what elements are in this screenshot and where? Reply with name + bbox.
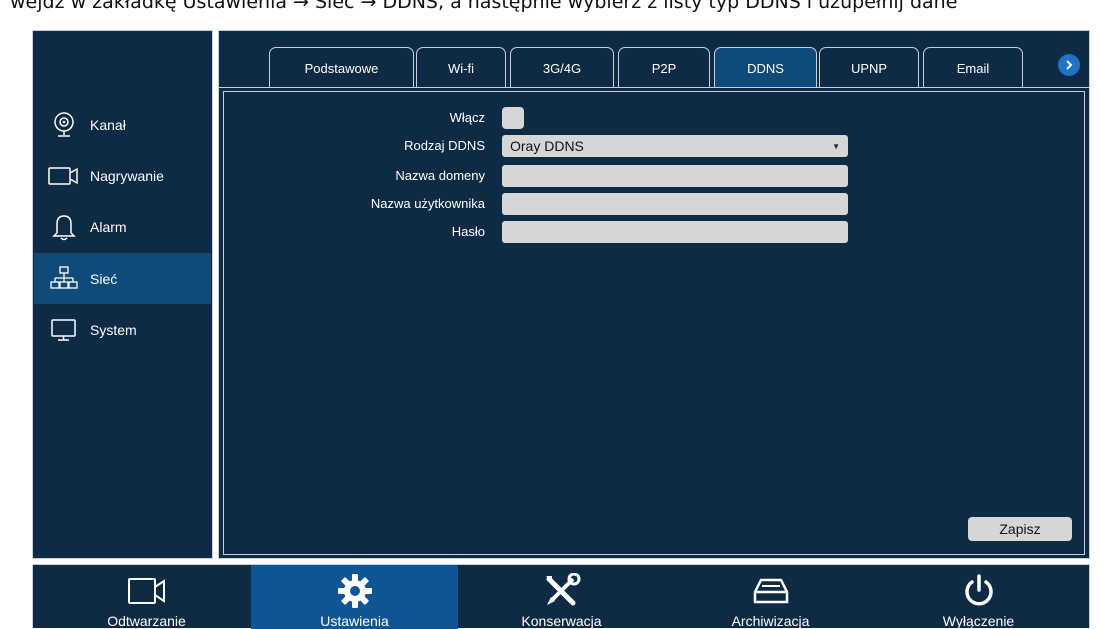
bottom-item-odtwarzanie[interactable]: Odtwarzanie: [43, 565, 250, 629]
bottom-item-label: Odtwarzanie: [107, 613, 186, 629]
bottom-item-konserwacja[interactable]: Konserwacja: [458, 565, 665, 629]
password-input[interactable]: [502, 221, 848, 243]
tab-ddns[interactable]: DDNS: [714, 47, 817, 87]
sidebar-item-label: Kanał: [90, 116, 126, 133]
chevron-right-icon: [1066, 60, 1073, 70]
chevron-down-icon: ▼: [832, 141, 840, 151]
archive-icon: [753, 573, 789, 609]
bottom-item-label: Ustawienia: [320, 613, 389, 629]
monitor-icon: [48, 316, 80, 344]
sidebar-item-nagrywanie[interactable]: Nagrywanie: [34, 150, 211, 201]
camera-icon: [48, 111, 80, 139]
bottom-item-ustawienia[interactable]: Ustawienia: [251, 565, 458, 629]
tab-label: Podstawowe: [304, 61, 379, 76]
sidebar-item-alarm[interactable]: Alarm: [34, 201, 211, 252]
tab-podstawowe[interactable]: Podstawowe: [269, 47, 414, 87]
tab-3g4g[interactable]: 3G/4G: [510, 47, 614, 87]
bottom-item-archiwizacja[interactable]: Archiwizacja: [667, 565, 874, 629]
tab-label: DDNS: [747, 61, 784, 76]
username-input[interactable]: [502, 193, 848, 215]
ddns-type-select[interactable]: Oray DDNS ▼: [502, 135, 848, 157]
sidebar-item-system[interactable]: System: [34, 304, 211, 355]
video-icon: [48, 162, 80, 190]
gear-icon: [337, 573, 373, 609]
sidebar-item-label: Sieć: [90, 270, 118, 287]
bell-icon: [48, 213, 80, 241]
domain-label: Nazwa domeny: [395, 168, 485, 183]
sidebar-item-label: System: [90, 321, 137, 338]
sidebar: Kanał Nagrywanie Alarm Sieć System: [32, 30, 213, 559]
username-label: Nazwa użytkownika: [370, 196, 485, 211]
tab-email[interactable]: Email: [923, 47, 1023, 87]
ddns-type-label: Rodzaj DDNS: [404, 138, 485, 153]
ddns-settings-frame: [223, 91, 1085, 555]
tab-label: Email: [956, 61, 990, 76]
sidebar-item-kanal[interactable]: Kanał: [34, 99, 211, 150]
tab-upnp[interactable]: UPNP: [819, 47, 919, 87]
bottom-item-wylaczenie[interactable]: Wyłączenie: [875, 565, 1082, 629]
network-icon: [48, 265, 80, 293]
password-label: Hasło: [451, 224, 485, 239]
sidebar-item-label: Alarm: [90, 218, 127, 235]
save-button[interactable]: Zapisz: [968, 517, 1072, 541]
tabs-next-button[interactable]: [1058, 54, 1080, 76]
bottom-item-label: Wyłączenie: [942, 613, 1015, 629]
main-panel: Podstawowe Wi-fi 3G/4G P2P DDNS UPNP Ema…: [218, 30, 1090, 559]
bottom-item-label: Konserwacja: [521, 613, 602, 629]
playback-icon: [127, 573, 167, 609]
tab-label: UPNP: [850, 61, 888, 76]
tab-p2p[interactable]: P2P: [618, 47, 710, 87]
tab-label: P2P: [651, 61, 677, 76]
enable-label: Włącz: [449, 110, 485, 125]
tab-wifi[interactable]: Wi-fi: [416, 47, 506, 87]
instruction-caption: wejdź w zakładkę Ustawienia → Sieć → DDN…: [10, 0, 958, 13]
tools-icon: [543, 573, 581, 609]
power-icon: [962, 573, 996, 609]
tab-label: 3G/4G: [542, 61, 582, 76]
bottom-item-label: Archiwizacja: [731, 613, 810, 629]
tab-label: Wi-fi: [448, 61, 474, 76]
domain-input[interactable]: [502, 165, 848, 187]
ddns-type-value: Oray DDNS: [510, 138, 584, 154]
bottom-toolbar: Odtwarzanie Ustawienia Konserwacja Archi…: [32, 564, 1090, 629]
sidebar-item-label: Nagrywanie: [90, 167, 164, 184]
tabs-divider: [219, 87, 1089, 88]
enable-checkbox[interactable]: [502, 107, 524, 129]
sidebar-item-siec[interactable]: Sieć: [34, 253, 211, 304]
